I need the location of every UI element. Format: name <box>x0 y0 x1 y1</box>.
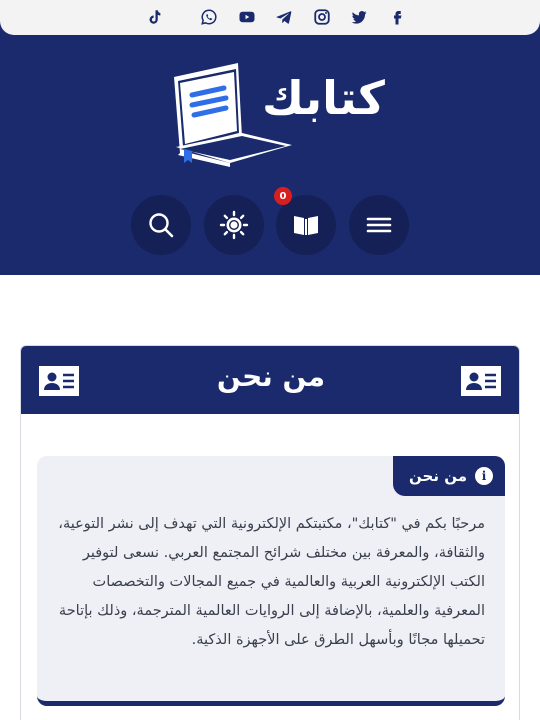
search-icon <box>149 213 174 238</box>
site-header: كتابك 0 <box>0 35 540 275</box>
whatsapp-icon[interactable] <box>197 5 221 29</box>
search-button[interactable] <box>131 195 191 255</box>
tiktok-icon[interactable] <box>142 5 166 29</box>
library-button[interactable]: 0 <box>274 187 336 255</box>
about-body-text: مرحبًا بكم في "كتابك"، مكتبتكم الإلكترون… <box>58 516 485 648</box>
page-title: من نحن <box>216 360 326 393</box>
main-content: من نحن من نحن i مرحبًا بكم في "كتابك"، م… <box>0 275 540 720</box>
menu-icon <box>366 217 392 233</box>
about-box: من نحن i مرحبًا بكم في "كتابك"، مكتبتكم … <box>37 456 505 706</box>
social-bar <box>0 0 540 35</box>
info-icon: i <box>475 467 493 485</box>
menu-button[interactable] <box>349 195 409 255</box>
library-count-badge: 0 <box>274 187 292 205</box>
logo-text: كتابك <box>262 71 386 125</box>
id-card-icon <box>461 366 501 396</box>
instagram-icon[interactable] <box>310 5 334 29</box>
youtube-icon[interactable] <box>235 5 259 29</box>
sun-icon <box>219 210 249 240</box>
card-header: من نحن <box>21 346 519 414</box>
open-book-icon <box>294 216 318 235</box>
facebook-icon[interactable] <box>385 5 409 29</box>
box-label: من نحن <box>409 467 467 485</box>
telegram-icon[interactable] <box>272 5 296 29</box>
twitter-icon[interactable] <box>347 5 371 29</box>
box-label-tab: من نحن i <box>393 456 505 496</box>
theme-toggle-button[interactable] <box>204 195 264 255</box>
about-card: من نحن من نحن i مرحبًا بكم في "كتابك"، م… <box>20 345 520 720</box>
